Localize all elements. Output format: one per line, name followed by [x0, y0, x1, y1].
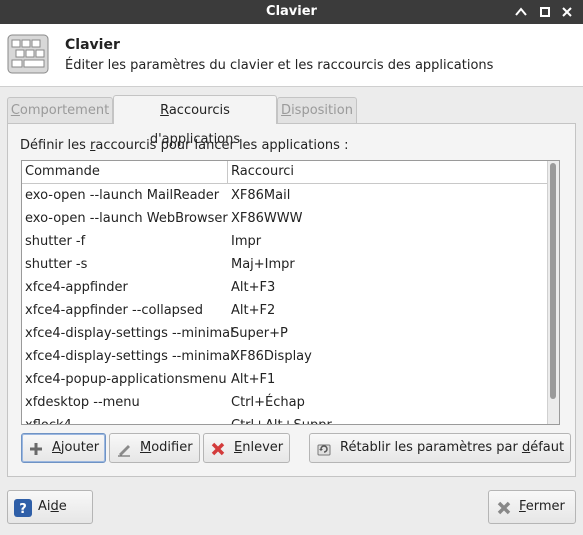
remove-button[interactable]: Enlever	[203, 433, 291, 463]
table-row[interactable]: shutter -f Impr	[22, 230, 548, 253]
shortcut-cell: Ctrl+Alt+Suppr	[231, 414, 332, 424]
title-bar: Clavier	[0, 0, 583, 24]
list-rows: exo-open --launch MailReader XF86Mail exo…	[22, 184, 548, 424]
button-label: nlever	[242, 440, 284, 455]
button-mnemonic: d	[521, 440, 531, 455]
shortcut-cell: Ctrl+Échap	[231, 395, 305, 410]
add-button[interactable]: Ajouter	[21, 433, 107, 463]
button-mnemonic: d	[50, 499, 59, 514]
list-header: Commande Raccourci	[22, 161, 548, 184]
remove-icon	[210, 440, 226, 456]
tab-disposition[interactable]: Disposition	[277, 97, 357, 123]
shortcut-cell: Alt+F3	[231, 280, 276, 295]
table-row[interactable]: xfce4-popup-applicationsmenu Alt+F1	[22, 368, 548, 391]
shortcut-cell: XF86WWW	[231, 211, 303, 226]
shortcuts-list[interactable]: Commande Raccourci exo-open --launch Mai…	[21, 160, 560, 425]
dialog-header: Clavier Éditer les paramètres du clavier…	[0, 24, 583, 87]
command-cell: xfce4-popup-applicationsmenu	[25, 372, 227, 387]
command-cell: exo-open --launch MailReader	[25, 188, 220, 203]
table-row[interactable]: xfce4-display-settings --minimal XF86Disp…	[22, 345, 548, 368]
help-button[interactable]: ? Aide	[7, 490, 93, 524]
table-row[interactable]: xfce4-appfinder --collapsed Alt+F2	[22, 299, 548, 322]
close-button[interactable]: Fermer	[488, 490, 576, 524]
table-row[interactable]: exo-open --launch MailReader XF86Mail	[22, 184, 548, 207]
table-row[interactable]: xflock4 Ctrl+Alt+Suppr	[22, 414, 548, 424]
shortcut-cell: Super+P	[231, 326, 288, 341]
command-cell: xfce4-appfinder	[25, 280, 128, 295]
shortcut-cell: XF86Display	[231, 349, 312, 364]
command-cell: xfce4-appfinder --collapsed	[25, 303, 203, 318]
edit-button[interactable]: Modifier	[109, 433, 200, 463]
tab-comportement[interactable]: Comportement	[7, 97, 113, 123]
shortcut-cell: Maj+Impr	[231, 257, 295, 272]
shortcut-cell: Impr	[231, 234, 262, 249]
reset-defaults-button[interactable]: Rétablir les paramètres par défaut	[309, 433, 572, 463]
shortcut-cell: Alt+F2	[231, 303, 276, 318]
table-row[interactable]: xfce4-display-settings --minimal Super+P	[22, 322, 548, 345]
table-row[interactable]: xfdesktop --menu Ctrl+Échap	[22, 391, 548, 414]
close-icon[interactable]	[558, 3, 576, 21]
button-label: Rétablir les paramètres par	[340, 440, 522, 455]
command-cell: shutter -f	[25, 234, 86, 249]
button-mnemonic: F	[519, 499, 526, 514]
window-title: Clavier	[266, 4, 317, 19]
dialog-title: Clavier	[65, 37, 120, 53]
button-label: éfaut	[530, 440, 565, 455]
shortcut-cell: XF86Mail	[231, 188, 291, 203]
button-label: Ai	[38, 499, 51, 514]
table-row[interactable]: xfce4-appfinder Alt+F3	[22, 276, 548, 299]
button-label: ermer	[525, 499, 565, 514]
vertical-scrollbar[interactable]	[547, 161, 559, 424]
tab-raccourcis-applications[interactable]: Raccourcis d'applications	[113, 95, 277, 147]
tab-mnemonic: D	[281, 103, 292, 118]
help-icon: ?	[14, 498, 32, 517]
tab-mnemonic: C	[10, 103, 20, 118]
tab-label: isposition	[291, 103, 353, 118]
dialog-subtitle: Éditer les paramètres du clavier et les …	[65, 58, 494, 73]
up-arrow-icon[interactable]	[512, 3, 530, 21]
button-mnemonic: E	[234, 440, 243, 455]
command-cell: xfdesktop --menu	[25, 395, 140, 410]
edit-icon	[116, 440, 132, 457]
button-label: jouter	[60, 440, 100, 455]
command-cell: exo-open --launch WebBrowser	[25, 211, 228, 226]
button-label: e	[58, 499, 67, 514]
command-cell: shutter -s	[25, 257, 88, 272]
button-label: odifier	[151, 440, 193, 455]
table-row[interactable]: shutter -s Maj+Impr	[22, 253, 548, 276]
button-mnemonic: M	[140, 440, 152, 455]
close-x-icon	[495, 498, 513, 516]
command-cell: xfce4-display-settings --minimal	[25, 349, 234, 364]
shortcut-cell: Alt+F1	[231, 372, 276, 387]
keyboard-icon	[7, 34, 49, 74]
maximize-icon[interactable]	[536, 3, 554, 21]
reset-icon	[316, 440, 332, 456]
label-part: Définir les	[20, 138, 91, 153]
svg-text:?: ?	[19, 502, 27, 517]
plus-icon	[28, 440, 44, 456]
column-header-shortcut[interactable]: Raccourci	[228, 161, 548, 183]
tab-label: omportement	[19, 103, 110, 118]
scrollbar-thumb[interactable]	[550, 163, 556, 399]
button-mnemonic: A	[52, 440, 61, 455]
command-cell: xflock4	[25, 414, 72, 424]
tab-mnemonic: R	[160, 103, 169, 118]
command-cell: xfce4-display-settings --minimal	[25, 326, 234, 341]
column-header-command[interactable]: Commande	[22, 161, 228, 183]
table-row[interactable]: exo-open --launch WebBrowser XF86WWW	[22, 207, 548, 230]
